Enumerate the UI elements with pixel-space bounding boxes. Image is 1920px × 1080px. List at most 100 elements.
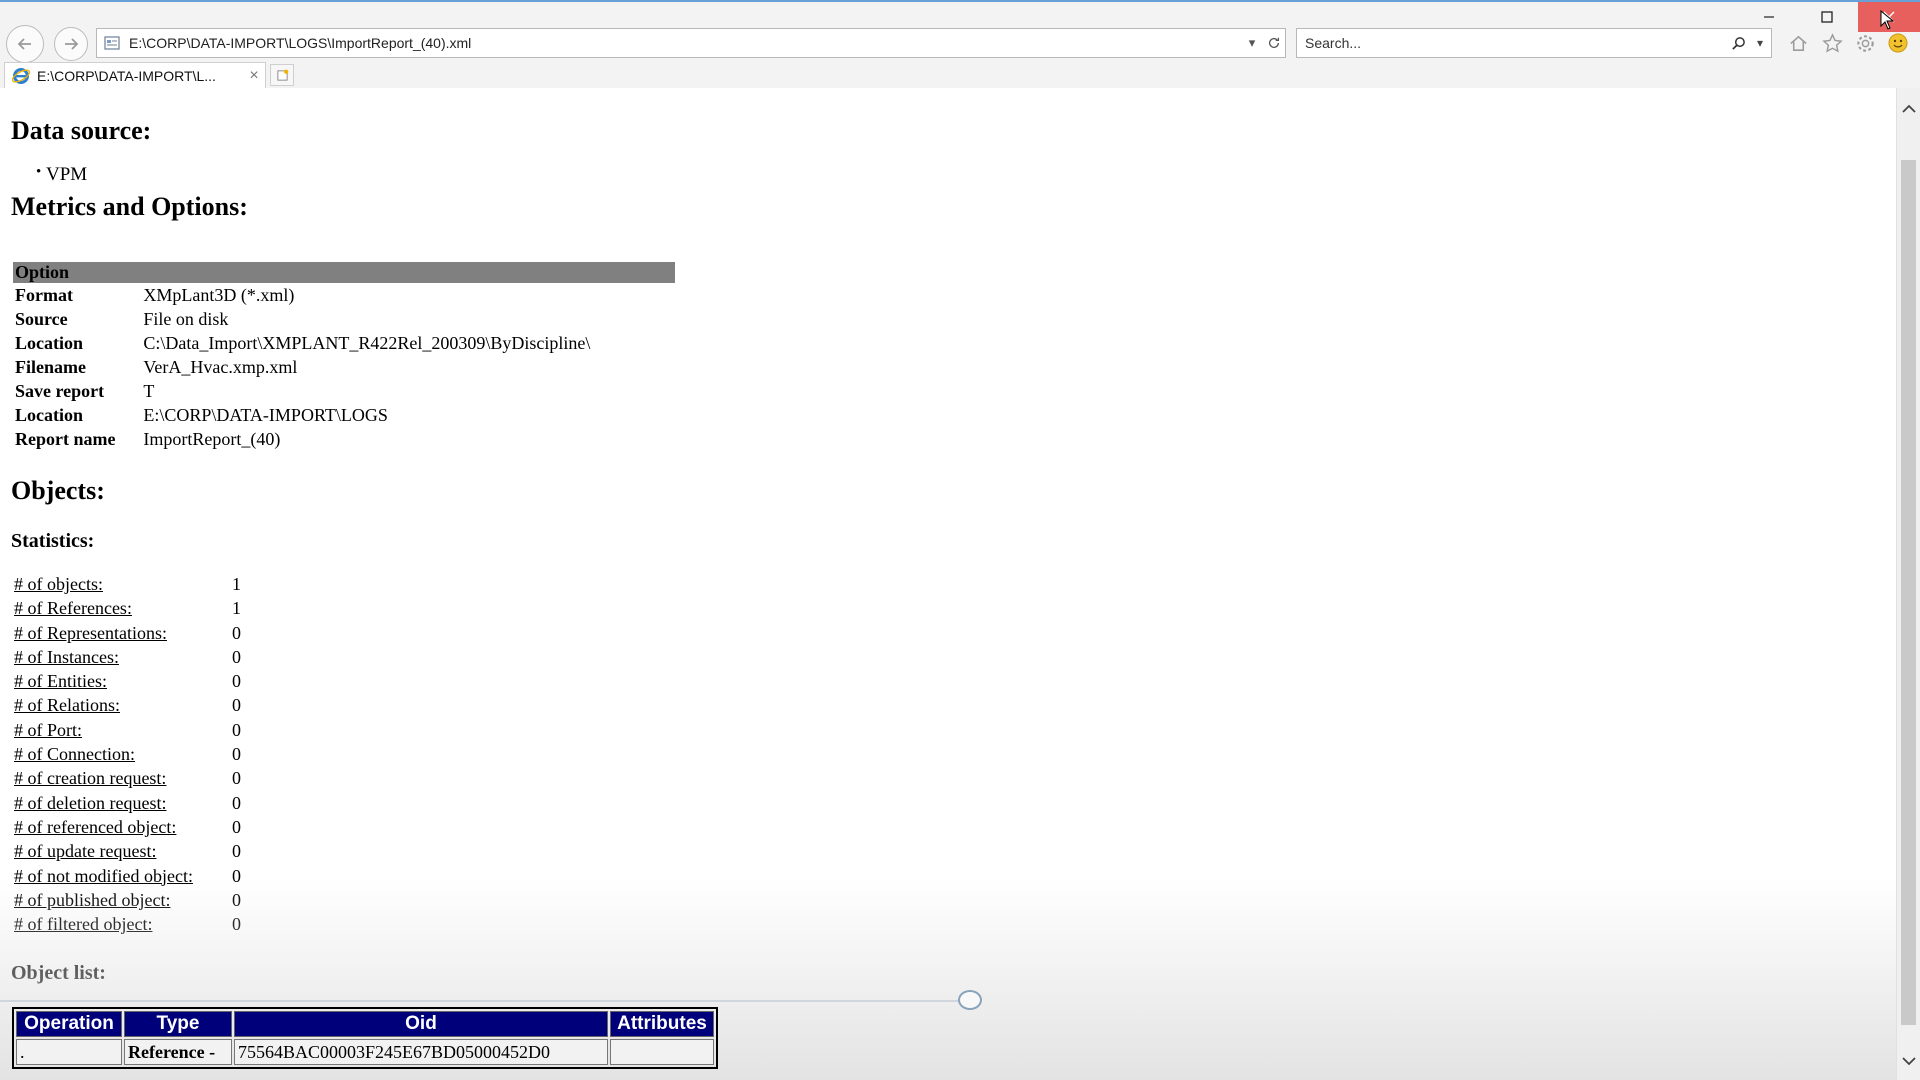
option-row: Report name ImportReport_(40) (13, 427, 675, 451)
vertical-scrollbar[interactable] (1896, 88, 1920, 1080)
object-list-table: Operation Type Oid Attributes . Referenc… (12, 1007, 718, 1069)
stat-link[interactable]: # of published object: (14, 890, 170, 911)
option-row: Location C:\Data_Import\XMPLANT_R422Rel_… (13, 331, 675, 355)
option-value: C:\Data_Import\XMPLANT_R422Rel_200309\By… (143, 332, 591, 353)
browser-chrome: E:\CORP\DATA-IMPORT\LOGS\ImportReport_(4… (0, 0, 1920, 89)
metrics-heading: Metrics and Options: (11, 192, 248, 221)
data-source-heading: Data source: (11, 116, 152, 145)
stat-link[interactable]: # of Relations: (14, 695, 120, 716)
cell-oid: 75564BAC00003F245E67BD05000452D0 (234, 1039, 608, 1065)
options-header: Option (13, 262, 675, 283)
column-header-oid: Oid (234, 1011, 608, 1037)
stat-value: 0 (232, 816, 241, 837)
option-value: T (143, 380, 155, 401)
option-row: Source File on disk (13, 307, 675, 331)
option-value: ImportReport_(40) (143, 428, 281, 449)
stat-link[interactable]: # of filtered object: (14, 914, 152, 935)
scroll-down-icon[interactable] (1897, 1050, 1920, 1072)
object-list-heading: Object list: (11, 962, 106, 984)
tab-close-icon[interactable]: × (243, 67, 265, 85)
maximize-icon (1821, 11, 1833, 23)
cell-attributes (610, 1039, 714, 1065)
media-seek-track[interactable] (0, 1000, 960, 1002)
stat-link[interactable]: # of References: (14, 598, 132, 619)
ie-icon (11, 67, 31, 84)
search-icon[interactable] (1727, 32, 1749, 54)
stat-link[interactable]: # of Connection: (14, 744, 135, 765)
back-arrow-icon (17, 38, 31, 50)
objects-heading: Objects: (11, 476, 105, 505)
stat-value: 0 (232, 865, 241, 886)
stat-value: 0 (232, 792, 241, 813)
back-button[interactable] (6, 25, 44, 63)
gear-icon[interactable] (1853, 31, 1877, 55)
stat-link[interactable]: # of Representations: (14, 623, 167, 644)
address-bar[interactable]: E:\CORP\DATA-IMPORT\LOGS\ImportReport_(4… (96, 28, 1286, 58)
search-box[interactable]: ▾ (1296, 28, 1772, 58)
option-value: File on disk (143, 308, 229, 329)
page-content: Data source: VPM Metrics and Options: Op… (0, 88, 1896, 1080)
stat-link[interactable]: # of objects: (14, 574, 103, 595)
stat-value: 0 (232, 695, 241, 716)
stat-value: 0 (232, 719, 241, 740)
column-header-operation: Operation (16, 1011, 122, 1037)
address-dropdown-icon[interactable]: ▾ (1241, 32, 1263, 54)
stat-link[interactable]: # of creation request: (14, 768, 166, 789)
home-icon[interactable] (1786, 31, 1810, 55)
mouse-cursor-icon (1880, 10, 1894, 30)
table-row: . Reference - 75564BAC00003F245E67BD0500… (16, 1039, 714, 1065)
window-top-border (0, 0, 1920, 2)
scroll-up-icon[interactable] (1897, 98, 1920, 120)
tab-import-report[interactable]: E:\CORP\DATA-IMPORT\L... × (4, 62, 266, 88)
stat-link[interactable]: # of not modified object: (14, 866, 193, 887)
option-row: Location E:\CORP\DATA-IMPORT\LOGS (13, 403, 675, 427)
option-key: Filename (15, 356, 86, 377)
option-key: Save report (15, 380, 105, 401)
option-key: Source (15, 308, 68, 329)
stat-value: 0 (232, 841, 241, 862)
stat-value: 0 (232, 671, 241, 692)
stat-link[interactable]: # of deletion request: (14, 793, 166, 814)
smiley-icon[interactable] (1886, 31, 1910, 55)
star-icon[interactable] (1820, 31, 1844, 55)
stat-value: 0 (232, 744, 241, 765)
forward-button[interactable] (54, 27, 88, 61)
scrollbar-thumb[interactable] (1901, 160, 1916, 1025)
new-tab-icon (276, 69, 288, 81)
search-dropdown-icon[interactable]: ▾ (1749, 32, 1771, 54)
column-header-attributes: Attributes (610, 1011, 714, 1037)
stat-value: 0 (232, 646, 241, 667)
stat-link[interactable]: # of Entities: (14, 671, 107, 692)
option-row: Save report T (13, 379, 675, 403)
close-button[interactable] (1858, 2, 1920, 32)
stat-value: 0 (232, 914, 241, 935)
option-key: Location (15, 404, 84, 425)
report-title-cut-off (8, 88, 171, 111)
option-value: VerA_Hvac.xmp.xml (143, 356, 298, 377)
stat-value: 0 (232, 889, 241, 910)
stat-value: 0 (232, 768, 241, 789)
stat-link[interactable]: # of Instances: (14, 647, 119, 668)
minimize-button[interactable] (1740, 2, 1798, 32)
tab-title[interactable]: E:\CORP\DATA-IMPORT\L... (37, 68, 243, 84)
maximize-button[interactable] (1798, 2, 1856, 32)
statistics-heading: Statistics: (11, 530, 95, 552)
cell-type: Reference - (124, 1039, 232, 1065)
forward-arrow-icon (65, 38, 79, 50)
stat-link[interactable]: # of Port: (14, 720, 82, 741)
search-input[interactable] (1297, 30, 1727, 56)
data-source-item: VPM (36, 164, 87, 186)
option-key: Format (15, 284, 73, 305)
stat-value: 1 (232, 574, 241, 594)
stat-value: 0 (232, 622, 241, 643)
address-url[interactable]: E:\CORP\DATA-IMPORT\LOGS\ImportReport_(4… (129, 35, 1241, 51)
cell-operation: . (16, 1039, 122, 1065)
refresh-icon[interactable] (1263, 32, 1285, 54)
stat-value: 1 (232, 598, 241, 619)
new-tab-button[interactable] (270, 64, 294, 86)
media-seek-handle[interactable] (958, 990, 982, 1010)
stat-link[interactable]: # of update request: (14, 841, 156, 862)
stat-link[interactable]: # of referenced object: (14, 817, 176, 838)
options-table: Option Format XMpLant3D (*.xml) Source F… (13, 262, 675, 451)
minimize-icon (1764, 16, 1774, 18)
